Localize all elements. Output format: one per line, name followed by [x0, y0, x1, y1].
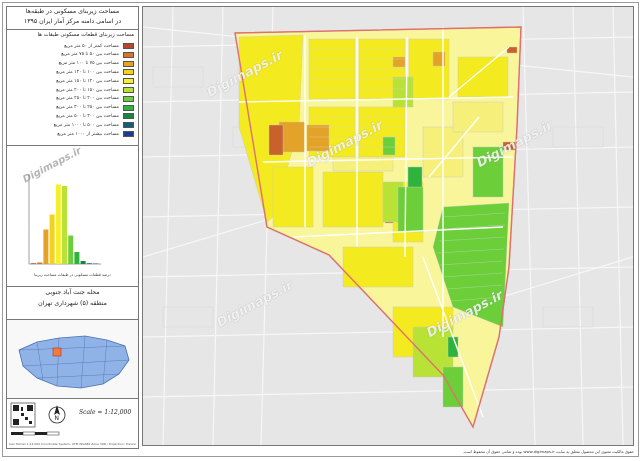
legend-swatch — [123, 95, 134, 102]
histogram-bar-100-120 — [49, 214, 55, 264]
legend-item: مساحت بین ۱۰۰ تا ۱۲۰ متر مربع — [56, 68, 134, 76]
subtitle-box: محله جنت آباد جنوبی منطقه (۵) شهرداری ته… — [7, 287, 138, 320]
svg-text:N: N — [55, 415, 60, 422]
legend-item: مساحت بیشتر از ۱۰۰۰ متر مربع — [57, 130, 134, 138]
legend-label: مساحت بین ۲۰۰ تا ۲۵۰ متر مربع — [56, 96, 119, 102]
scale-bar — [11, 431, 60, 436]
legend-swatch — [123, 131, 134, 137]
legend-label: مساحت بین ۱۲۰ تا ۱۵۰ متر مربع — [56, 78, 119, 84]
bottom-info-box: N Scale = 1:12,000 Iran Tehran 1:12,000 … — [7, 399, 138, 448]
legend-item: مساحت بین ۲۰۰ تا ۲۵۰ متر مربع — [56, 95, 134, 103]
legend-item: مساحت بین ۱۲۰ تا ۱۵۰ متر مربع — [56, 77, 134, 85]
legend-swatch — [123, 122, 134, 129]
legend-swatch — [123, 87, 134, 93]
map-area[interactable]: Digimaps.ir Digimaps.ir Digimaps.ir Digi… — [142, 6, 634, 446]
legend: مساحت زیربنای قطعات مسکونی طبقات ها مساح… — [7, 30, 138, 146]
legend-swatch — [123, 104, 134, 111]
legend-swatch — [123, 60, 134, 67]
inset-map — [7, 320, 138, 399]
district-name: منطقه (۵) شهرداری تهران — [38, 300, 107, 307]
bottom-info-svg: N — [10, 402, 66, 436]
legend-item: مساحت بین ۵۰ تا ۷۵ متر مربع — [61, 51, 134, 59]
legend-item: مساحت بین ۵۰۰ تا ۱۰۰۰ متر مربع — [54, 121, 134, 129]
legend-title: مساحت زیربنای قطعات مسکونی طبقات ها — [37, 32, 134, 38]
histogram-bar-150-200 — [62, 186, 67, 264]
neighborhood-highlight — [52, 347, 62, 357]
legend-item: مساحت بین ۳۰۰ تا ۵۰۰ متر مربع — [56, 112, 134, 120]
map-title-line2: در اسامی دامنه مرکز آمار ایران ۱۳۹۵ — [23, 18, 122, 25]
histogram-bar-75-100 — [43, 229, 49, 264]
legend-item: مساحت کمتر از ۵۰ متر مربع — [64, 42, 134, 50]
qr-code-icon — [10, 402, 36, 428]
histogram-caption: درصد قطعات مسکونی در طبقات مساحت زیربنا — [34, 272, 111, 277]
copyright-footer: حقوق مالکیت معنوی این محصول متعلق به سای… — [462, 449, 634, 454]
legend-label: مساحت بین ۱۰۰ تا ۱۲۰ متر مربع — [56, 69, 119, 75]
histogram-svg — [28, 174, 102, 265]
histogram-chart: درصد قطعات مسکونی در طبقات مساحت زیربنا — [7, 146, 138, 287]
legend-label: مساحت بین ۵۰ تا ۷۵ متر مربع — [61, 52, 119, 58]
legend-item: مساحت بین ۲۵۰ تا ۳۰۰ متر مربع — [56, 104, 134, 112]
legend-label: مساحت کمتر از ۵۰ متر مربع — [64, 43, 119, 49]
legend-label: مساحت بین ۵۰۰ تا ۱۰۰۰ متر مربع — [53, 122, 119, 128]
legend-item: مساحت بین ۱۵۰ تا ۲۰۰ متر مربع — [56, 86, 134, 94]
sidebar-panel: مساحت زیربنای مسکونی در طبقه‌ها در اسامی… — [6, 6, 139, 449]
legend-swatch — [123, 43, 134, 49]
histogram-bar-200-250 — [68, 235, 74, 264]
map-svg — [143, 7, 633, 445]
legend-swatch — [123, 113, 134, 120]
legend-label: مساحت بین ۷۵ تا ۱۰۰ متر مربع — [58, 61, 119, 67]
histogram-bar-120-150 — [55, 184, 61, 264]
legend-label: مساحت بین ۱۵۰ تا ۲۰۰ متر مربع — [56, 87, 119, 93]
legend-swatch — [123, 78, 134, 85]
legend-label: مساحت بین ۳۰۰ تا ۵۰۰ متر مربع — [56, 113, 119, 119]
inset-map-svg — [18, 335, 130, 389]
legend-label: مساحت بیشتر از ۱۰۰۰ متر مربع — [57, 131, 119, 137]
legend-label: مساحت بین ۲۵۰ تا ۳۰۰ متر مربع — [56, 105, 119, 111]
compass-north-icon: N — [48, 405, 66, 424]
histogram-bar-<50 — [31, 263, 36, 264]
scale-label: Scale = 1:12,000 — [79, 409, 132, 416]
tehran-districts-shape — [18, 335, 130, 389]
neighborhood-name: محله جنت آباد جنوبی — [45, 289, 100, 296]
histogram-bar-50-75 — [37, 262, 43, 264]
credits-text: Iran Tehran 1:12,000 Coordinate System: … — [9, 442, 136, 446]
legend-swatch — [123, 51, 134, 58]
map-title: مساحت زیربنای مسکونی در طبقه‌ها — [25, 8, 120, 15]
legend-swatch — [123, 69, 134, 76]
map-title-box: مساحت زیربنای مسکونی در طبقه‌ها در اسامی… — [7, 7, 138, 30]
histogram-bar-300-500 — [80, 261, 86, 264]
histogram-bar-500-1000 — [86, 263, 92, 264]
legend-item: مساحت بین ۷۵ تا ۱۰۰ متر مربع — [59, 60, 134, 68]
histogram-bar-250-300 — [74, 252, 80, 264]
